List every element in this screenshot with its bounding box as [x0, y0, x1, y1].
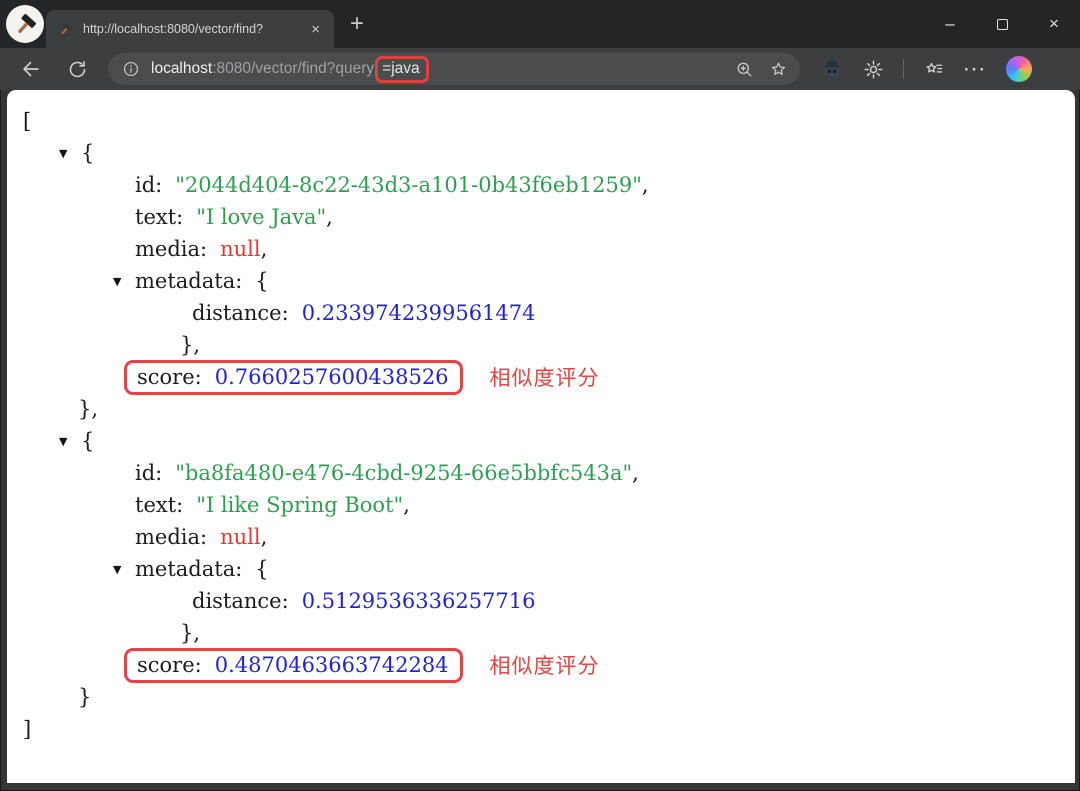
json-array-open: [: [7, 105, 1075, 137]
json-number-value: 0.4870463663742284: [215, 653, 449, 677]
url-text: localhost:8080/vector/find?query=java: [151, 56, 720, 83]
json-key: metadata:: [135, 557, 242, 581]
browser-window: http://localhost:8080/vector/find? × + –…: [0, 0, 1080, 791]
bookmark-star-icon[interactable]: [769, 60, 788, 79]
json-line-score: score: 0.7660257600438526 相似度评分: [7, 361, 1075, 393]
json-string-value: "2044d404-8c22-43d3-a101-0b43f6eb1259": [175, 173, 642, 197]
json-object-open: ▼{: [7, 425, 1075, 457]
json-line-distance: distance: 0.5129536336257716: [7, 585, 1075, 617]
window-controls: – ×: [924, 0, 1080, 48]
browser-tab[interactable]: http://localhost:8080/vector/find? ×: [46, 10, 334, 48]
tab-strip: http://localhost:8080/vector/find? × + –…: [0, 0, 1080, 48]
json-number-value: 0.7660257600438526: [215, 365, 449, 389]
json-line-id: id: "2044d404-8c22-43d3-a101-0b43f6eb1259…: [7, 169, 1075, 201]
json-metadata-close: },: [7, 617, 1075, 649]
annotation-label: 相似度评分: [490, 362, 600, 392]
json-key: metadata:: [135, 269, 242, 293]
json-key: score:: [137, 653, 202, 677]
json-null-value: null: [220, 237, 260, 261]
json-key: id:: [135, 173, 162, 197]
annotation-label: 相似度评分: [490, 650, 600, 680]
url-highlight-annotation-box: =java: [375, 56, 429, 83]
close-button[interactable]: ×: [1028, 0, 1080, 48]
back-button[interactable]: [16, 54, 46, 84]
maximize-button[interactable]: [976, 0, 1028, 48]
json-number-value: 0.5129536336257716: [302, 589, 536, 613]
minimize-button[interactable]: –: [924, 0, 976, 48]
json-key: text:: [135, 205, 183, 229]
json-string-value: "ba8fa480-e476-4cbd-9254-66e5bbfc543a": [175, 461, 632, 485]
json-key: text:: [135, 493, 183, 517]
json-line-metadata: ▼metadata:{: [7, 265, 1075, 297]
zoom-icon[interactable]: [735, 60, 754, 79]
hammer-favicon-icon: [58, 21, 74, 37]
toolbar-right-icons: ···: [820, 56, 1032, 82]
json-object-close: }: [7, 681, 1075, 713]
json-viewer: [ ▼{ id: "2044d404-8c22-43d3-a101-0b43f6e…: [7, 90, 1075, 783]
json-null-value: null: [220, 525, 260, 549]
collapse-triangle-icon[interactable]: ▼: [57, 435, 81, 448]
info-icon[interactable]: [122, 60, 140, 78]
json-line-score: score: 0.4870463663742284 相似度评分: [7, 649, 1075, 681]
url-path: :8080/vector/find?query: [212, 60, 374, 77]
json-line-distance: distance: 0.2339742399561474: [7, 297, 1075, 329]
json-line-text: text:"I like Spring Boot",: [7, 489, 1075, 521]
tab-close-icon[interactable]: ×: [307, 21, 324, 38]
json-metadata-close: },: [7, 329, 1075, 361]
json-line-media: media:null,: [7, 233, 1075, 265]
url-host: localhost: [151, 60, 212, 77]
collapse-triangle-icon[interactable]: ▼: [111, 563, 135, 576]
favorites-hub-icon[interactable]: [923, 59, 945, 79]
json-number-value: 0.2339742399561474: [302, 301, 536, 325]
json-object-open: ▼{: [7, 137, 1075, 169]
score-highlight-annotation-box: score: 0.4870463663742284: [124, 648, 463, 683]
json-object-close: },: [7, 393, 1075, 425]
json-key: distance:: [192, 589, 289, 613]
json-key: media:: [135, 525, 207, 549]
json-key: distance:: [192, 301, 289, 325]
extensions-gear-icon[interactable]: [863, 59, 884, 80]
json-line-text: text:"I love Java",: [7, 201, 1075, 233]
tab-title: http://localhost:8080/vector/find?: [83, 22, 307, 36]
json-string-value: "I love Java": [196, 205, 326, 229]
collapse-triangle-icon[interactable]: ▼: [57, 147, 81, 160]
json-key: id:: [135, 461, 162, 485]
json-array-close: ]: [7, 713, 1075, 745]
collapse-triangle-icon[interactable]: ▼: [111, 275, 135, 288]
maximize-icon: [997, 19, 1008, 30]
settings-more-icon[interactable]: ···: [964, 61, 987, 78]
browser-profile-button[interactable]: [6, 5, 44, 43]
json-key: media:: [135, 237, 207, 261]
toolbar-separator: [903, 59, 904, 79]
hammer-logo-icon: [12, 11, 39, 38]
json-line-id: id: "ba8fa480-e476-4cbd-9254-66e5bbfc543a…: [7, 457, 1075, 489]
arrow-left-icon: [20, 58, 42, 80]
json-line-metadata: ▼metadata:{: [7, 553, 1075, 585]
json-line-media: media:null,: [7, 521, 1075, 553]
copilot-icon[interactable]: [1006, 56, 1032, 82]
refresh-button[interactable]: [62, 54, 92, 84]
profile-avatar-icon[interactable]: [820, 57, 844, 81]
json-key: score:: [137, 365, 202, 389]
json-string-value: "I like Spring Boot": [196, 493, 403, 517]
url-bar[interactable]: localhost:8080/vector/find?query=java: [108, 53, 800, 85]
new-tab-button[interactable]: +: [350, 12, 364, 36]
refresh-icon: [67, 59, 88, 80]
score-highlight-annotation-box: score: 0.7660257600438526: [124, 360, 463, 395]
browser-toolbar: localhost:8080/vector/find?query=java ··…: [0, 48, 1080, 90]
